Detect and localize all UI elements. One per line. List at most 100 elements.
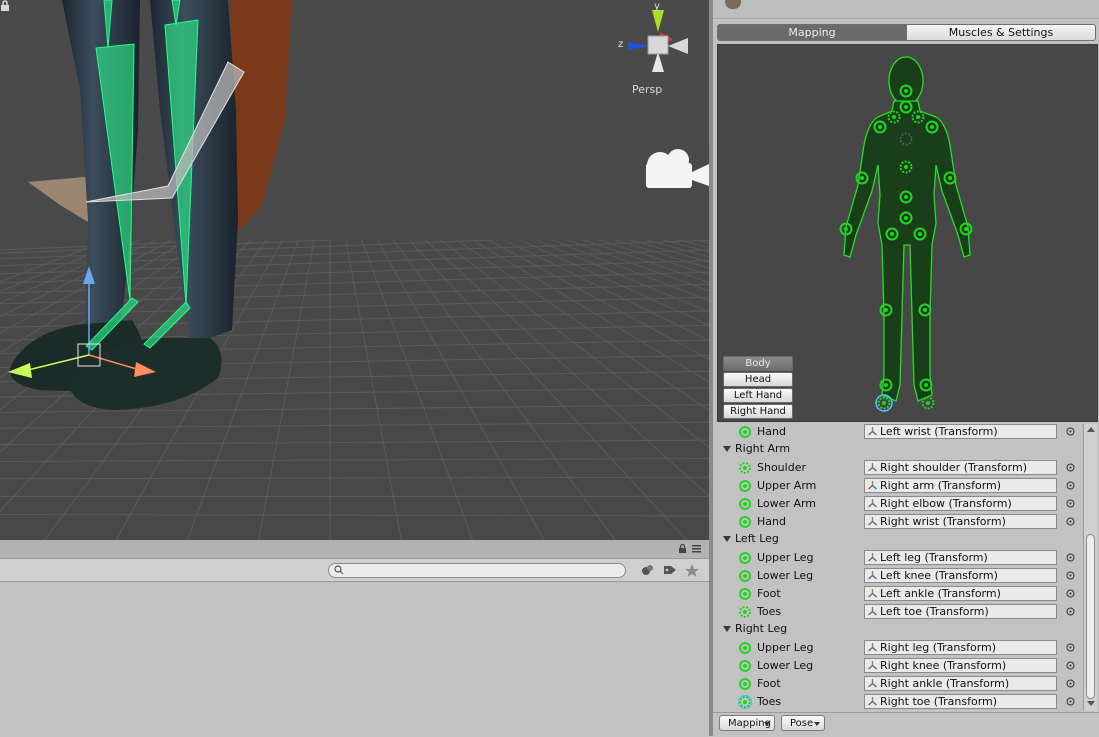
required-bone-icon[interactable] xyxy=(738,425,752,439)
panel-tab-bar xyxy=(0,540,709,559)
transform-icon xyxy=(868,643,877,652)
transform-icon xyxy=(868,589,877,598)
object-picker-icon[interactable] xyxy=(1066,571,1075,580)
persp-text: Persp xyxy=(632,83,663,96)
foldout-triangle-icon[interactable] xyxy=(723,536,731,542)
required-bone-icon[interactable] xyxy=(738,659,752,673)
head-button[interactable]: Head xyxy=(723,372,793,387)
transform-icon xyxy=(868,553,877,562)
joint-dot xyxy=(926,401,930,405)
object-picker-icon[interactable] xyxy=(1066,463,1075,472)
transform-field[interactable]: Left wrist (Transform) xyxy=(864,424,1057,439)
object-picker-icon[interactable] xyxy=(1066,607,1075,616)
transform-field[interactable]: Right ankle (Transform) xyxy=(864,676,1057,691)
bone-row: Toes Left toe (Transform) xyxy=(717,603,1083,621)
bone-row: Toes Right toe (Transform) xyxy=(717,693,1083,711)
required-bone-icon[interactable] xyxy=(738,587,752,601)
scroll-thumb[interactable] xyxy=(1086,534,1095,699)
panel-lock-icon[interactable] xyxy=(678,543,687,554)
required-bone-icon[interactable] xyxy=(738,551,752,565)
lock-icon[interactable] xyxy=(0,0,10,12)
transform-field[interactable]: Right knee (Transform) xyxy=(864,658,1057,673)
optional-bone-icon[interactable] xyxy=(738,605,752,619)
transform-field[interactable]: Left leg (Transform) xyxy=(864,550,1057,565)
required-bone-icon[interactable] xyxy=(738,641,752,655)
search-input[interactable] xyxy=(328,563,626,578)
bone-label: Foot xyxy=(757,587,781,600)
projection-label[interactable]: Persp xyxy=(632,83,662,96)
avatar-body-view[interactable]: Body Head Left Hand Right Hand xyxy=(717,44,1098,422)
required-bone-icon[interactable] xyxy=(738,515,752,529)
object-picker-icon[interactable] xyxy=(1066,643,1075,652)
bone-row: Shoulder Right shoulder (Transform) xyxy=(717,459,1083,477)
right-hand-button[interactable]: Right Hand xyxy=(723,404,793,419)
bone-row: Upper Leg Left leg (Transform) xyxy=(717,549,1083,567)
transform-field-value: Right knee (Transform) xyxy=(880,659,1007,672)
scene-viewport[interactable]: y z xyxy=(0,0,709,540)
optional-bone-icon[interactable] xyxy=(738,461,752,475)
bone-mapping-list: Hand Left wrist (Transform) Right Arm Shoul… xyxy=(717,423,1083,711)
object-picker-icon[interactable] xyxy=(1066,481,1075,490)
inspector-footer: Mapping Pose xyxy=(713,712,1099,737)
group-header[interactable]: Right Leg xyxy=(717,621,1083,639)
transform-field[interactable]: Right elbow (Transform) xyxy=(864,496,1057,511)
tab-mapping[interactable]: Mapping xyxy=(717,24,907,41)
tab-muscles-settings[interactable]: Muscles & Settings xyxy=(906,24,1096,41)
transform-icon xyxy=(868,607,877,616)
foldout-triangle-icon[interactable] xyxy=(723,446,731,452)
pose-dropdown[interactable]: Pose xyxy=(781,715,825,731)
group-header[interactable]: Left Leg xyxy=(717,531,1083,549)
required-bone-icon[interactable] xyxy=(738,497,752,511)
chevron-down-icon xyxy=(764,722,770,726)
required-bone-icon[interactable] xyxy=(738,677,752,691)
gizmo-z-label: z xyxy=(618,39,623,50)
bone-row: Upper Leg Right leg (Transform) xyxy=(717,639,1083,657)
transform-field[interactable]: Left ankle (Transform) xyxy=(864,586,1057,601)
transform-field[interactable]: Right shoulder (Transform) xyxy=(864,460,1057,475)
gizmo-y-label: y xyxy=(654,1,660,12)
scene-view[interactable]: y z Persp xyxy=(0,0,709,540)
group-header[interactable]: Right Arm xyxy=(717,441,1083,459)
project-panel xyxy=(0,540,709,736)
object-picker-icon[interactable] xyxy=(1066,499,1075,508)
transform-field[interactable]: Right arm (Transform) xyxy=(864,478,1057,493)
filter-by-type-icon[interactable] xyxy=(640,563,656,577)
bone-label: Upper Arm xyxy=(757,479,817,492)
joint-dot xyxy=(890,232,894,236)
object-picker-icon[interactable] xyxy=(1066,427,1075,436)
object-picker-icon[interactable] xyxy=(1066,553,1075,562)
object-picker-icon[interactable] xyxy=(1066,697,1075,706)
transform-field-value: Left wrist (Transform) xyxy=(880,425,998,438)
object-picker-icon[interactable] xyxy=(1066,661,1075,670)
joint-dot xyxy=(904,89,908,93)
panel-menu-icon[interactable] xyxy=(692,543,701,554)
list-scrollbar[interactable] xyxy=(1083,424,1097,711)
transform-field[interactable]: Right toe (Transform) xyxy=(864,694,1057,709)
bone-label: Lower Arm xyxy=(757,497,817,510)
transform-field[interactable]: Right leg (Transform) xyxy=(864,640,1057,655)
joint-dot xyxy=(904,216,908,220)
panel-content xyxy=(0,582,709,736)
filter-by-label-icon[interactable] xyxy=(662,563,678,577)
avatar-icon xyxy=(725,0,741,9)
scroll-down-icon[interactable] xyxy=(1087,701,1095,706)
scroll-up-icon[interactable] xyxy=(1087,427,1095,432)
favorite-star-icon[interactable] xyxy=(684,563,700,577)
foldout-triangle-icon[interactable] xyxy=(723,626,731,632)
object-picker-icon[interactable] xyxy=(1066,517,1075,526)
required-bone-icon[interactable] xyxy=(738,479,752,493)
transform-field[interactable]: Right wrist (Transform) xyxy=(864,514,1057,529)
left-hand-button[interactable]: Left Hand xyxy=(723,388,793,403)
required-bone-icon[interactable] xyxy=(738,569,752,583)
bone-label: Toes xyxy=(757,605,782,618)
mapping-dropdown[interactable]: Mapping xyxy=(719,715,775,731)
optional-bone-icon[interactable] xyxy=(738,695,752,709)
transform-field[interactable]: Left knee (Transform) xyxy=(864,568,1057,583)
object-picker-icon[interactable] xyxy=(1066,589,1075,598)
chevron-down-icon xyxy=(814,722,820,726)
joint-dot xyxy=(964,227,968,231)
group-label: Right Leg xyxy=(735,622,788,635)
body-button[interactable]: Body xyxy=(723,356,793,371)
transform-field[interactable]: Left toe (Transform) xyxy=(864,604,1057,619)
object-picker-icon[interactable] xyxy=(1066,679,1075,688)
